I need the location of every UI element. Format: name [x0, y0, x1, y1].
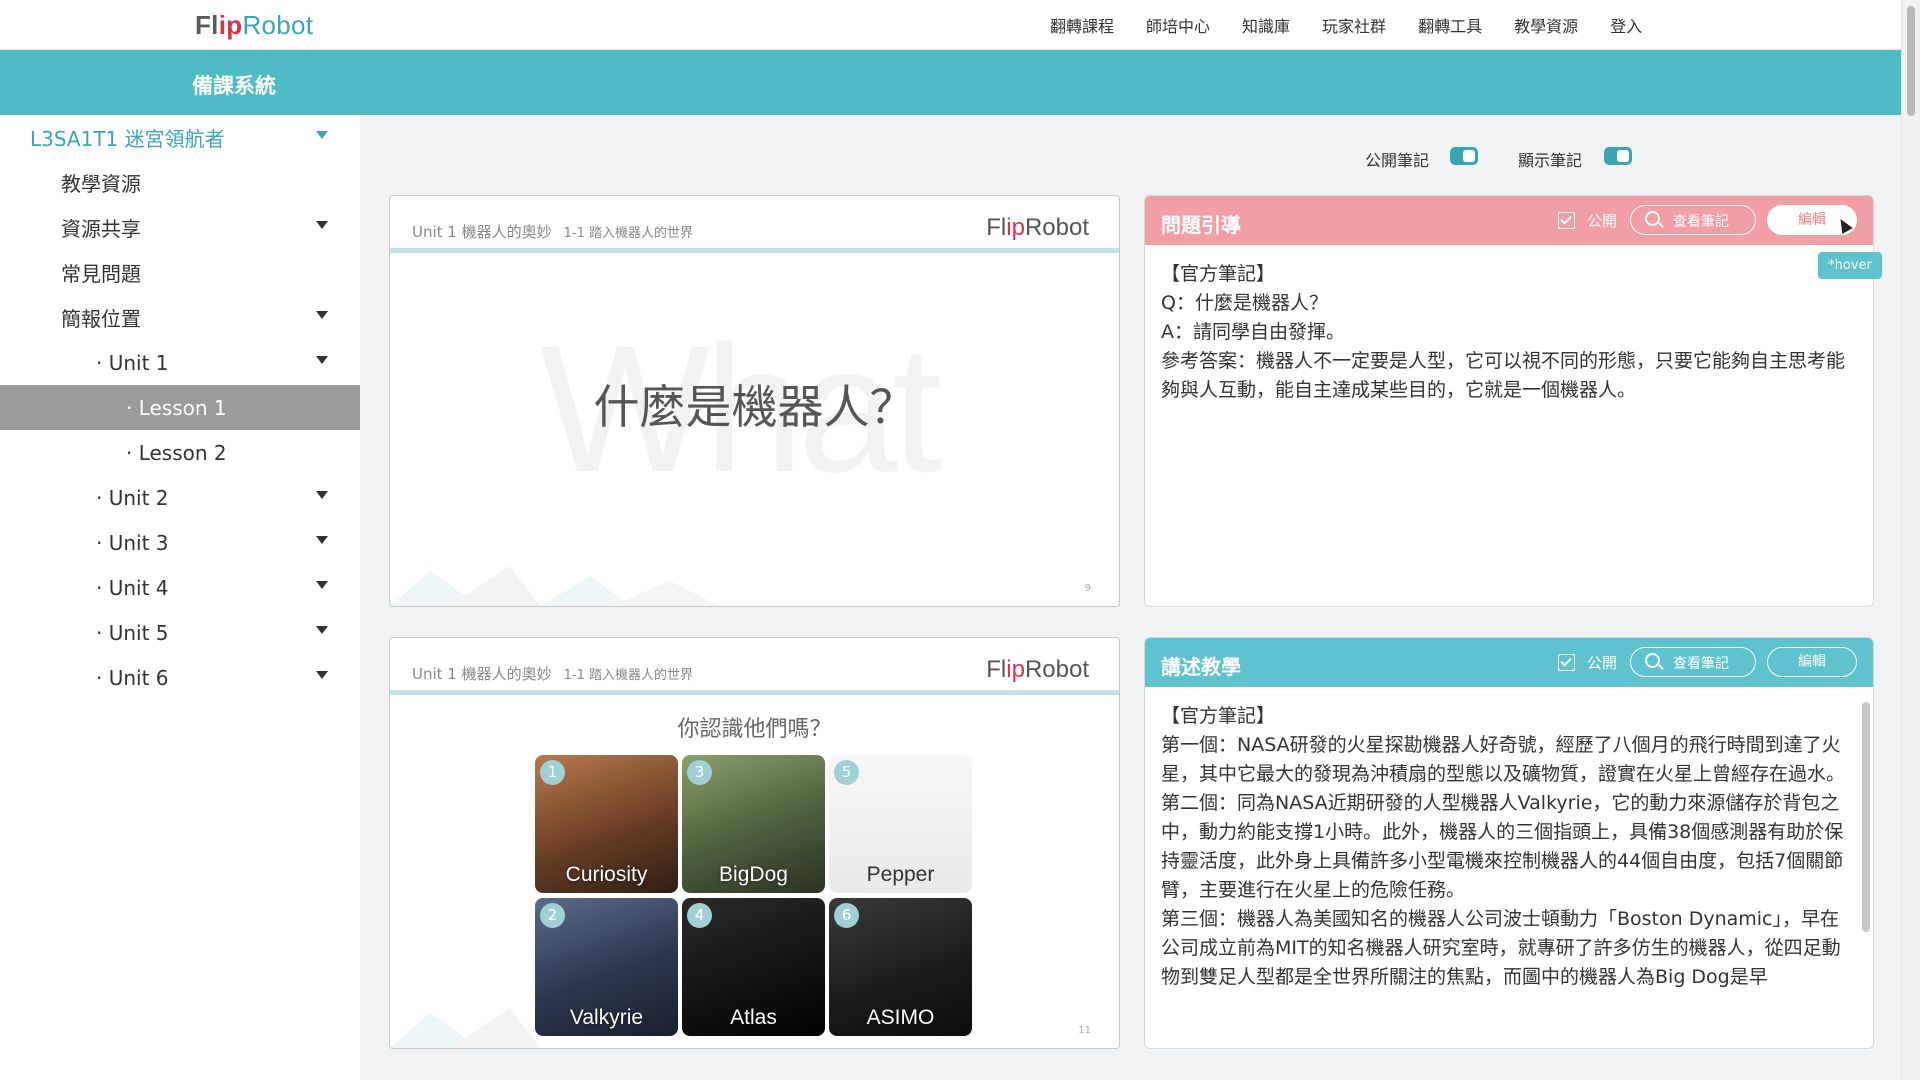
note-panel-narrative-teaching: 講述教學 公開 查看筆記 編輯 【官方筆記】 第一個：NASA研發的火星探勘機器…	[1144, 637, 1874, 1049]
sidebar-item-faq[interactable]: 常見問題	[0, 250, 360, 295]
panel-header: 講述教學 公開 查看筆記 編輯	[1145, 638, 1873, 687]
nav-teacher-training[interactable]: 師培中心	[1146, 13, 1210, 37]
panel-title: 講述教學	[1161, 655, 1241, 679]
view-notes-button[interactable]: 查看筆記	[1630, 647, 1756, 677]
robot-tile-bigdog: 3 BigDog	[682, 755, 825, 893]
slide-thumbnail[interactable]: Unit 1 機器人的奧妙 1-1 踏入機器人的世界 FlipRobot 你認識他…	[389, 637, 1120, 1049]
sidebar-item-lesson-1[interactable]: · Lesson 1	[0, 385, 360, 430]
sidebar-item-unit-2[interactable]: · Unit 2	[0, 475, 360, 520]
sidebar-item-label: · Unit 6	[96, 665, 169, 690]
slide-thumbnail[interactable]: Unit 1 機器人的奧妙 1-1 踏入機器人的世界 FlipRobot What…	[389, 195, 1120, 607]
sidebar-item-label: · Lesson 1	[126, 395, 227, 420]
section-header: 備課系統	[0, 50, 1902, 115]
public-notes-label: 公開筆記	[1365, 151, 1430, 170]
main-nav: 翻轉課程 師培中心 知識庫 玩家社群 翻轉工具 教學資源 登入	[1050, 0, 1642, 49]
panel-scrollbar[interactable]	[1862, 702, 1870, 932]
flip-robot-logo[interactable]: FlipRobot	[195, 10, 313, 41]
chevron-down-icon	[316, 581, 328, 589]
slide-page-number: 11	[1078, 1025, 1091, 1036]
public-label: 公開	[1587, 654, 1618, 672]
sidebar-item-label: 常見問題	[61, 262, 141, 286]
sidebar-item-unit-5[interactable]: · Unit 5	[0, 610, 360, 655]
chevron-down-icon	[316, 536, 328, 544]
sidebar-item-label: 簡報位置	[61, 307, 141, 331]
flip-robot-logo: FlipRobot	[986, 656, 1089, 683]
sidebar-item-lesson-2[interactable]: · Lesson 2	[0, 430, 360, 475]
note-body: 【官方筆記】 第一個：NASA研發的火星探勘機器人好奇號，經歷了八個月的飛行時間…	[1161, 705, 1846, 988]
chevron-down-icon	[316, 311, 328, 319]
scrollbar-thumb[interactable]	[1907, 6, 1915, 116]
sidebar-item-unit-1[interactable]: · Unit 1	[0, 340, 360, 385]
sidebar-item-label: 教學資源	[61, 172, 141, 196]
sidebar-item-label: L3SA1T1 迷宮領航者	[30, 127, 225, 151]
slide-unit-title: Unit 1 機器人的奧妙 1-1 踏入機器人的世界	[412, 223, 693, 241]
sidebar-item-label: 資源共享	[61, 217, 141, 241]
chevron-down-icon	[316, 671, 328, 679]
search-icon	[1645, 211, 1660, 226]
sidebar-item-label: · Unit 5	[96, 620, 169, 645]
chevron-down-icon	[316, 131, 328, 139]
nav-flip-tools[interactable]: 翻轉工具	[1418, 13, 1482, 37]
chevron-down-icon	[316, 221, 328, 229]
decorative-triangles	[390, 566, 720, 606]
note-toggles: 公開筆記 顯示筆記	[1320, 146, 1920, 170]
nav-flip-courses[interactable]: 翻轉課程	[1050, 13, 1114, 37]
edit-button[interactable]: 編輯	[1767, 647, 1857, 677]
top-nav: FlipRobot 翻轉課程 師培中心 知識庫 玩家社群 翻轉工具 教學資源 登…	[0, 0, 1902, 50]
robot-tile-curiosity: 1 Curiosity	[535, 755, 678, 893]
show-notes-label: 顯示筆記	[1518, 151, 1583, 170]
show-notes-toggle[interactable]	[1604, 147, 1632, 165]
sidebar-item-label: · Unit 1	[96, 350, 169, 375]
nav-knowledge-base[interactable]: 知識庫	[1242, 13, 1290, 37]
public-checkbox[interactable]	[1558, 654, 1575, 671]
note-body: 【官方筆記】 Q：什麼是機器人？ A：請同學自由發揮。 參考答案：機器人不一定要…	[1161, 263, 1846, 401]
public-checkbox[interactable]	[1558, 212, 1575, 229]
chevron-down-icon	[316, 626, 328, 634]
nav-community[interactable]: 玩家社群	[1322, 13, 1386, 37]
panel-title: 問題引導	[1161, 213, 1241, 237]
slide-question: 你認識他們嗎？	[677, 717, 832, 742]
robot-tile-pepper: 5 Pepper	[829, 755, 972, 893]
public-notes-toggle[interactable]	[1450, 147, 1478, 165]
sidebar-item-teaching-resources[interactable]: 教學資源	[0, 160, 360, 205]
sidebar-item-label: · Unit 4	[96, 575, 169, 600]
sidebar-item-course[interactable]: L3SA1T1 迷宮領航者	[0, 115, 360, 160]
hover-tooltip: *hover	[1818, 252, 1882, 279]
view-notes-button[interactable]: 查看筆記	[1630, 205, 1756, 235]
slide-question: 什麼是機器人？	[593, 380, 916, 434]
sidebar-item-slide-location[interactable]: 簡報位置	[0, 295, 360, 340]
sidebar-item-label: · Unit 2	[96, 485, 169, 510]
panel-header: 問題引導 公開 查看筆記 編輯	[1145, 196, 1873, 245]
decorative-triangles	[390, 1008, 540, 1048]
chevron-down-icon	[316, 356, 328, 364]
sidebar-item-unit-4[interactable]: · Unit 4	[0, 565, 360, 610]
public-label: 公開	[1587, 212, 1618, 230]
page-scrollbar[interactable]	[1901, 0, 1920, 1080]
sidebar-item-label: · Unit 3	[96, 530, 169, 555]
sidebar-item-resource-sharing[interactable]: 資源共享	[0, 205, 360, 250]
nav-login[interactable]: 登入	[1610, 13, 1642, 37]
slide-header: Unit 1 機器人的奧妙 1-1 踏入機器人的世界 FlipRobot	[390, 638, 1119, 695]
slide-unit-title: Unit 1 機器人的奧妙 1-1 踏入機器人的世界	[412, 665, 693, 683]
sidebar: L3SA1T1 迷宮領航者 教學資源 資源共享 常見問題 簡報位置 · Unit…	[0, 115, 360, 1080]
note-panel-question-guidance: 問題引導 公開 查看筆記 編輯 【官方筆記】 Q：什麼是機器人？ A：請同學自由…	[1144, 195, 1874, 607]
slide-header: Unit 1 機器人的奧妙 1-1 踏入機器人的世界 FlipRobot	[390, 196, 1119, 253]
page-title: 備課系統	[192, 74, 276, 98]
sidebar-item-unit-3[interactable]: · Unit 3	[0, 520, 360, 565]
flip-robot-logo: FlipRobot	[986, 214, 1089, 241]
search-icon	[1645, 653, 1660, 668]
nav-teaching-resources[interactable]: 教學資源	[1514, 13, 1578, 37]
sidebar-item-unit-6[interactable]: · Unit 6	[0, 655, 360, 700]
sidebar-item-label: · Lesson 2	[126, 440, 227, 465]
robot-tile-asimo: 6 ASIMO	[829, 898, 972, 1036]
chevron-down-icon	[316, 491, 328, 499]
slide-page-number: 9	[1084, 583, 1091, 594]
